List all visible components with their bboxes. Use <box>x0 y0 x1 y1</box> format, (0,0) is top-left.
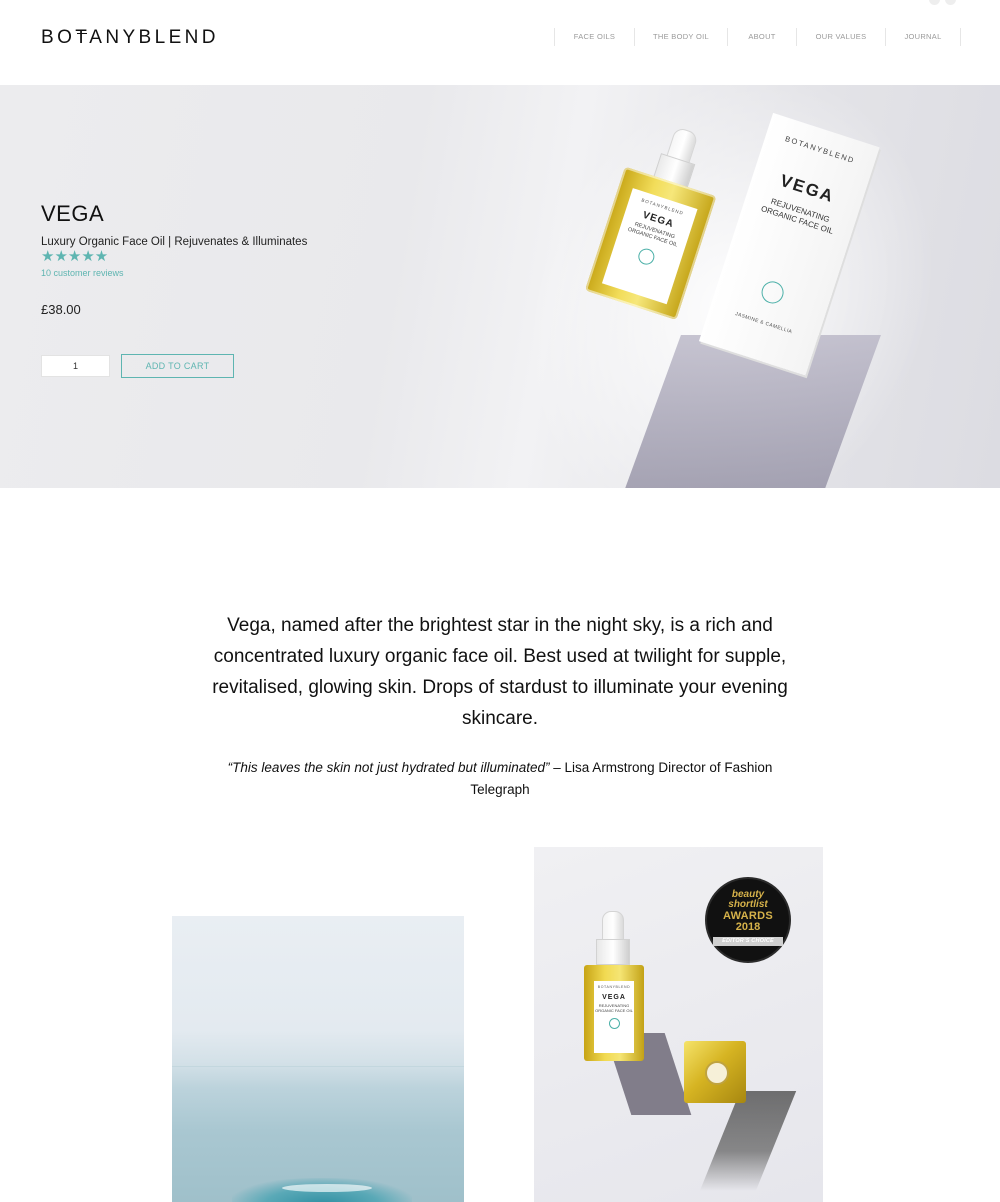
social-icons <box>929 0 956 5</box>
bottle-neck-ring <box>705 1061 729 1085</box>
dropper-cap <box>596 939 630 965</box>
box-logo-icon <box>758 278 787 307</box>
award-ribbon: EDITOR’S CHOICE <box>713 937 783 946</box>
social-icon[interactable] <box>945 0 956 5</box>
logo-t-glyph: T <box>75 27 91 48</box>
product-title: VEGA <box>41 201 105 226</box>
bottle-logo-icon <box>636 246 657 267</box>
nav-item-face-oils[interactable]: FACE OILS <box>554 28 634 46</box>
cap-shadow <box>699 1091 797 1191</box>
product-price: £38.00 <box>41 302 81 317</box>
award-line-4: 2018 <box>735 921 761 933</box>
box-scent: JASMINE & CAMELLIA <box>734 311 793 336</box>
site-header: BOTANYBLEND FACE OILS THE BODY OIL ABOUT… <box>0 0 1000 85</box>
nav-item-journal[interactable]: JOURNAL <box>885 28 961 46</box>
bottle-label-name: VEGA <box>602 994 626 1001</box>
nav-item-our-values[interactable]: OUR VALUES <box>796 28 885 46</box>
main-nav: FACE OILS THE BODY OIL ABOUT OUR VALUES … <box>554 28 961 46</box>
award-line-2: shortlist <box>728 899 768 910</box>
logo-text-left: BO <box>41 27 76 48</box>
customer-reviews-link[interactable]: 10 customer reviews <box>41 268 124 278</box>
logo-text-right: ANYBLEND <box>89 27 219 48</box>
sea-foam <box>282 1184 372 1192</box>
award-product-image: BOTANYBLEND VEGA REJUVENATING ORGANIC FAC… <box>534 847 823 1202</box>
bottle-label-brand: BOTANYBLEND <box>597 985 631 989</box>
brand-logo[interactable]: BOTANYBLEND <box>41 27 219 49</box>
product-subtitle: Luxury Organic Face Oil | Rejuvenates & … <box>41 236 308 248</box>
bottle-label-type-2: ORGANIC FACE OIL <box>595 1008 633 1013</box>
rating-stars-icon: ★★★★★ <box>41 248 109 265</box>
award-badge-icon: beauty shortlist AWARDS 2018 EDITOR’S CH… <box>707 879 789 961</box>
quote-text: “This leaves the skin not just hydrated … <box>227 760 550 775</box>
product-hero: BOTANYBLEND VEGA REJUVENATING ORGANIC FAC… <box>0 85 1000 488</box>
bottle-logo-icon <box>608 1018 620 1029</box>
sea-horizon <box>172 1066 464 1067</box>
bottle-label-type: REJUVENATING ORGANIC FACE OIL <box>594 1003 634 1013</box>
add-to-cart-button[interactable]: ADD TO CART <box>121 354 234 378</box>
quantity-input[interactable] <box>41 355 110 377</box>
nav-item-the-body-oil[interactable]: THE BODY OIL <box>634 28 727 46</box>
bottle-label: BOTANYBLEND VEGA REJUVENATING ORGANIC FAC… <box>594 981 634 1053</box>
social-icon[interactable] <box>929 0 940 5</box>
nav-item-about[interactable]: ABOUT <box>727 28 796 46</box>
product-description: Vega, named after the brightest star in … <box>212 615 788 729</box>
sea-image <box>172 916 464 1202</box>
press-quote: “This leaves the skin not just hydrated … <box>210 757 790 801</box>
